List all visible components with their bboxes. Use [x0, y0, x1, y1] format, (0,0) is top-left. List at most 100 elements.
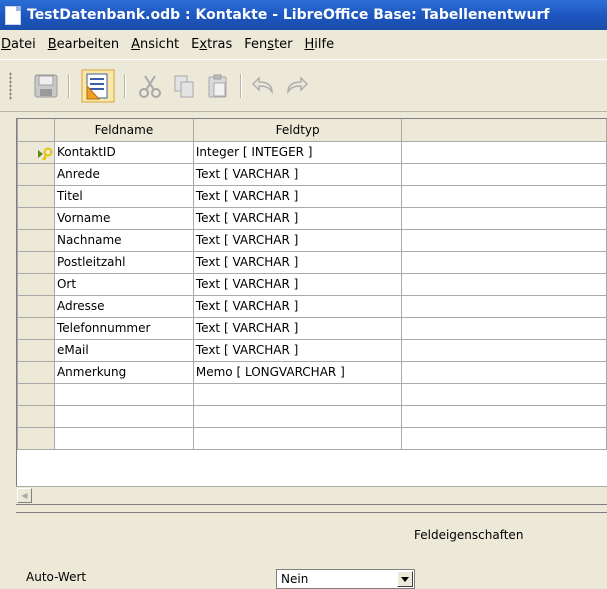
auto-value-label: Auto-Wert: [26, 570, 87, 584]
row-header[interactable]: [17, 140, 55, 164]
menu-item-2[interactable]: Ansicht: [125, 37, 185, 52]
row-header[interactable]: [17, 228, 55, 252]
dropdown-arrow-icon[interactable]: [397, 571, 413, 587]
field-name-cell[interactable]: Nachname: [53, 228, 194, 252]
field-description-cell[interactable]: [401, 162, 607, 186]
design-view-icon[interactable]: [81, 69, 115, 103]
table-row: eMail Text [ VARCHAR ]: [17, 338, 607, 362]
menu-item-1[interactable]: Bearbeiten: [42, 37, 125, 52]
auto-value-select[interactable]: Nein: [276, 569, 415, 589]
toolbar-grip-handle[interactable]: [9, 72, 12, 100]
field-type-cell[interactable]: Text [ VARCHAR ]: [192, 294, 403, 318]
field-name-cell[interactable]: KontaktID: [53, 140, 194, 164]
field-description-cell[interactable]: [401, 404, 607, 428]
primary-key-icon: [38, 147, 53, 161]
row-header[interactable]: [17, 382, 55, 406]
column-header-fieldname[interactable]: Feldname: [53, 119, 194, 142]
field-name-cell[interactable]: Adresse: [53, 294, 194, 318]
row-header[interactable]: [17, 250, 55, 274]
cut-icon[interactable]: [136, 72, 164, 100]
field-name-cell[interactable]: Vorname: [53, 206, 194, 230]
field-name-cell[interactable]: Anmerkung: [53, 360, 194, 384]
corner-cell[interactable]: [17, 119, 55, 142]
field-type-cell[interactable]: Text [ VARCHAR ]: [192, 250, 403, 274]
field-type-cell[interactable]: Memo [ LONGVARCHAR ]: [192, 360, 403, 384]
row-header[interactable]: [17, 338, 55, 362]
field-description-cell[interactable]: [401, 228, 607, 252]
field-description-cell[interactable]: [401, 360, 607, 384]
row-header[interactable]: [17, 294, 55, 318]
table-row: KontaktID Integer [ INTEGER ]: [17, 140, 607, 164]
table-row: Anmerkung Memo [ LONGVARCHAR ]: [17, 360, 607, 384]
save-icon[interactable]: [32, 72, 60, 100]
field-name-cell[interactable]: Ort: [53, 272, 194, 296]
field-name-cell[interactable]: [53, 404, 194, 428]
field-description-cell[interactable]: [401, 338, 607, 362]
row-header[interactable]: [17, 162, 55, 186]
table-row: Ort Text [ VARCHAR ]: [17, 272, 607, 296]
field-description-cell[interactable]: [401, 184, 607, 208]
field-name-cell[interactable]: eMail: [53, 338, 194, 362]
title-bar: TestDatenbank.odb : Kontakte - LibreOffi…: [0, 0, 607, 30]
field-name-cell[interactable]: Telefonnummer: [53, 316, 194, 340]
row-header[interactable]: [17, 316, 55, 340]
copy-icon[interactable]: [170, 72, 198, 100]
empty-row: [17, 426, 607, 450]
table-row: Titel Text [ VARCHAR ]: [17, 184, 607, 208]
field-type-cell[interactable]: Text [ VARCHAR ]: [192, 316, 403, 340]
field-type-cell[interactable]: Integer [ INTEGER ]: [192, 140, 403, 164]
row-header[interactable]: [17, 206, 55, 230]
table-row: Telefonnummer Text [ VARCHAR ]: [17, 316, 607, 340]
field-type-cell[interactable]: [192, 404, 403, 428]
field-description-cell[interactable]: [401, 206, 607, 230]
field-type-cell[interactable]: Text [ VARCHAR ]: [192, 272, 403, 296]
row-header[interactable]: [17, 272, 55, 296]
field-type-cell[interactable]: Text [ VARCHAR ]: [192, 206, 403, 230]
menu-item-3[interactable]: Extras: [185, 37, 238, 52]
scroll-left-icon[interactable]: ◀: [17, 488, 32, 503]
menu-bar: Datei Bearbeiten Ansicht Extras Fenster Hilfe: [0, 30, 607, 59]
field-description-cell[interactable]: [401, 294, 607, 318]
field-description-cell[interactable]: [401, 140, 607, 164]
field-description-cell[interactable]: [401, 316, 607, 340]
horizontal-scrollbar[interactable]: ◀: [16, 486, 607, 504]
table-design-grid: Feldname Feldtyp KontaktID Integer [ INTE…: [16, 118, 607, 505]
column-header-fieldtype[interactable]: Feldtyp: [192, 119, 403, 142]
field-name-cell[interactable]: [53, 426, 194, 450]
table-row: Nachname Text [ VARCHAR ]: [17, 228, 607, 252]
redo-icon[interactable]: [282, 72, 310, 100]
field-properties-panel: Feldeigenschaften Auto-Wert Nein: [16, 512, 607, 589]
field-type-cell[interactable]: Text [ VARCHAR ]: [192, 184, 403, 208]
field-type-cell[interactable]: Text [ VARCHAR ]: [192, 338, 403, 362]
paste-icon[interactable]: [204, 72, 232, 100]
column-header-description[interactable]: [401, 119, 607, 142]
field-table: Feldname Feldtyp KontaktID Integer [ INTE…: [17, 119, 607, 450]
menu-item-0[interactable]: Datei: [0, 37, 42, 52]
table-row: Adresse Text [ VARCHAR ]: [17, 294, 607, 318]
table-row: Anrede Text [ VARCHAR ]: [17, 162, 607, 186]
field-type-cell[interactable]: Text [ VARCHAR ]: [192, 228, 403, 252]
field-name-cell[interactable]: Anrede: [53, 162, 194, 186]
field-description-cell[interactable]: [401, 250, 607, 274]
field-name-cell[interactable]: Postleitzahl: [53, 250, 194, 274]
row-header[interactable]: [17, 426, 55, 450]
table-row: Postleitzahl Text [ VARCHAR ]: [17, 250, 607, 274]
table-row: Vorname Text [ VARCHAR ]: [17, 206, 607, 230]
field-description-cell[interactable]: [401, 382, 607, 406]
undo-icon[interactable]: [250, 72, 278, 100]
row-header[interactable]: [17, 360, 55, 384]
field-type-cell[interactable]: Text [ VARCHAR ]: [192, 162, 403, 186]
row-header[interactable]: [17, 184, 55, 208]
field-name-cell[interactable]: [53, 382, 194, 406]
field-description-cell[interactable]: [401, 426, 607, 450]
field-name-cell[interactable]: Titel: [53, 184, 194, 208]
field-description-cell[interactable]: [401, 272, 607, 296]
empty-row: [17, 382, 607, 406]
menu-item-4[interactable]: Fenster: [238, 37, 298, 52]
menu-item-5[interactable]: Hilfe: [299, 37, 341, 52]
field-type-cell[interactable]: [192, 382, 403, 406]
row-header[interactable]: [17, 404, 55, 428]
field-type-cell[interactable]: [192, 426, 403, 450]
empty-row: [17, 404, 607, 428]
window-title: TestDatenbank.odb : Kontakte - LibreOffi…: [27, 7, 550, 23]
